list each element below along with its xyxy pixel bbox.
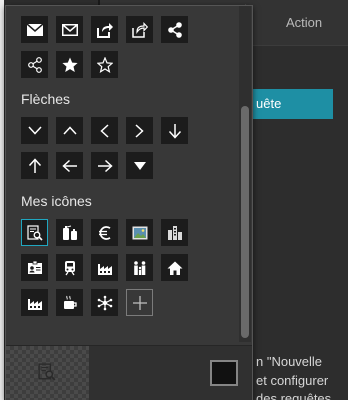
share-network-outline-icon[interactable] <box>21 51 48 78</box>
search-document-icon <box>38 363 56 386</box>
family-icon[interactable] <box>126 254 153 281</box>
tab-action[interactable]: Action <box>286 15 322 30</box>
star-outline-icon[interactable] <box>91 51 118 78</box>
icon-picker-popup: Flèches Mes icônes <box>5 5 253 400</box>
scrollbar-thumb[interactable] <box>241 106 249 338</box>
star-filled-icon[interactable] <box>56 51 83 78</box>
help-text-line-3: des requêtes <box>256 391 332 400</box>
factory-icon[interactable] <box>21 289 48 316</box>
network-hub-icon[interactable] <box>91 289 118 316</box>
train-icon[interactable] <box>56 254 83 281</box>
factory-icon[interactable] <box>91 254 118 281</box>
arrow-right-icon[interactable] <box>91 152 118 179</box>
share-box-outline-icon[interactable] <box>126 16 153 43</box>
arrow-up-icon[interactable] <box>21 152 48 179</box>
help-text-line-1: n "Nouvelle <box>256 354 323 369</box>
new-query-button[interactable]: uête <box>250 89 333 119</box>
popup-footer <box>6 345 252 400</box>
id-card-icon[interactable] <box>21 254 48 281</box>
envelope-outline-icon[interactable] <box>56 16 83 43</box>
share-box-filled-icon[interactable] <box>91 16 118 43</box>
coffee-cup-icon[interactable] <box>56 289 83 316</box>
chevron-up-icon[interactable] <box>56 117 83 144</box>
arrow-down-icon[interactable] <box>161 117 188 144</box>
chevron-right-icon[interactable] <box>126 117 153 144</box>
share-network-filled-icon[interactable] <box>161 16 188 43</box>
envelope-filled-icon[interactable] <box>21 16 48 43</box>
euro-icon[interactable] <box>91 219 118 246</box>
fire-extinguisher-icon[interactable] <box>56 219 83 246</box>
add-icon[interactable] <box>126 289 153 316</box>
buildings-icon[interactable] <box>161 219 188 246</box>
color-swatch-button[interactable] <box>210 360 238 386</box>
picture-icon[interactable] <box>126 219 153 246</box>
icon-preview <box>6 346 89 400</box>
search-document-icon[interactable] <box>21 219 48 246</box>
arrow-left-icon[interactable] <box>56 152 83 179</box>
triangle-down-icon[interactable] <box>126 152 153 179</box>
help-text-line-2: et configurer <box>256 373 329 388</box>
chevron-left-icon[interactable] <box>91 117 118 144</box>
section-title-my-icons: Mes icônes <box>21 193 92 209</box>
home-icon[interactable] <box>161 254 188 281</box>
chevron-down-icon[interactable] <box>21 117 48 144</box>
section-title-arrows: Flèches <box>21 91 71 107</box>
left-edge-panel <box>0 0 4 400</box>
